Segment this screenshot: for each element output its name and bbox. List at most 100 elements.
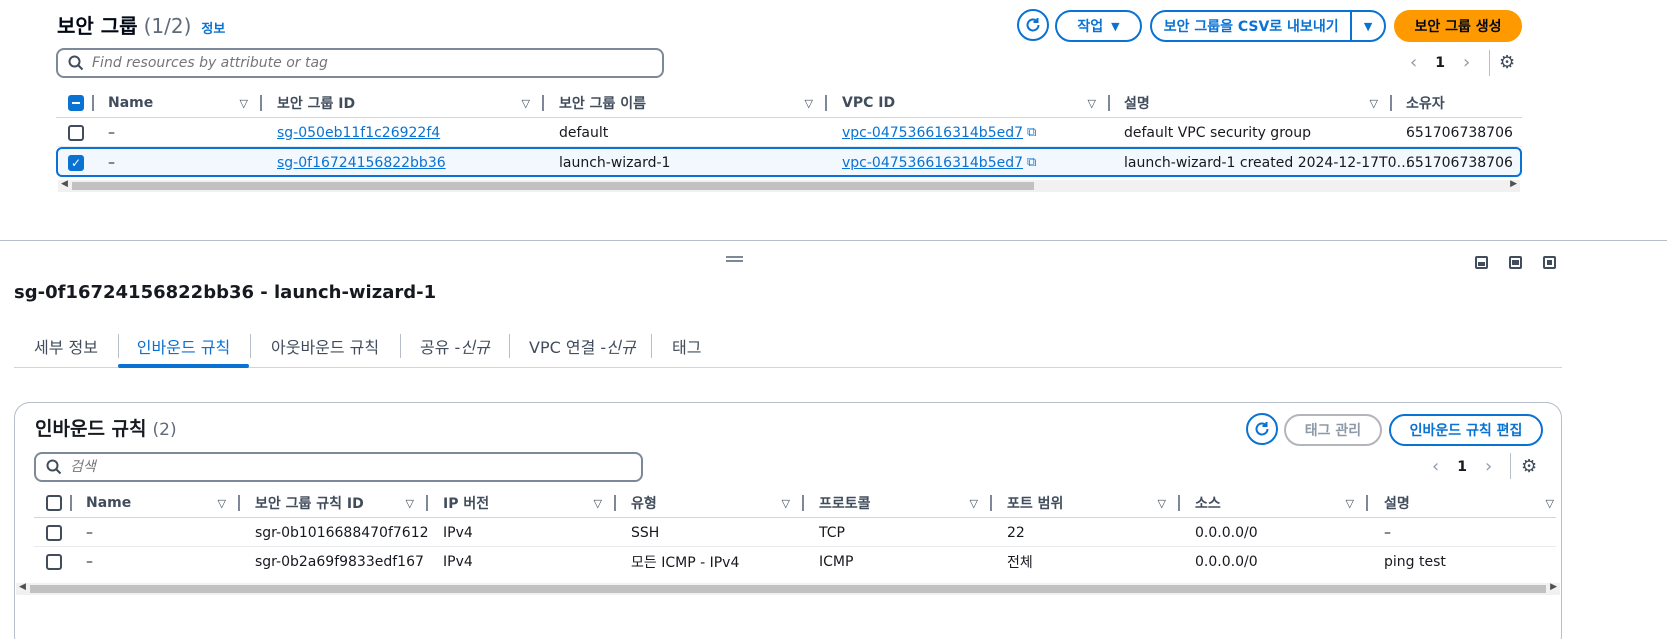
create-label: 보안 그룹 생성 — [1414, 19, 1502, 35]
info-link[interactable]: 정보 — [201, 18, 225, 37]
scroll-left-icon[interactable]: ◀ — [19, 582, 26, 592]
detail-title: sg-0f16724156822bb36 - launch-wizard-1 — [14, 282, 437, 303]
actions-dropdown[interactable]: 작업 ▼ — [1055, 10, 1142, 42]
tab-vpc-associations[interactable]: VPC 연결 - 신규 — [529, 326, 636, 366]
tab-divider — [400, 334, 401, 358]
tab-details[interactable]: 세부 정보 — [34, 326, 98, 366]
table-row[interactable]: – sgr-0b2a69f9833edf167 IPv4 모든 ICMP - I… — [34, 547, 1556, 576]
select-all-checkbox[interactable] — [68, 95, 84, 111]
group-name: launch-wizard-1 — [559, 154, 671, 171]
column-port-range[interactable]: 포트 범위 ▽ — [1007, 488, 1180, 518]
resize-handle[interactable] — [726, 256, 743, 262]
column-label: 보안 그룹 규칙 ID — [255, 496, 364, 512]
panel-bottom-icon[interactable] — [1475, 256, 1488, 269]
manage-tags-label: 태그 관리 — [1304, 423, 1362, 439]
tab-label: VPC 연결 - — [529, 338, 607, 357]
table-row[interactable]: – sgr-0b1016688470f7612 IPv4 SSH TCP 22 … — [34, 518, 1556, 547]
column-label: 소스 — [1195, 496, 1221, 512]
column-vpc-id[interactable]: VPC ID ▽ — [842, 88, 1110, 118]
export-options-dropdown[interactable]: ▼ — [1352, 12, 1384, 40]
column-description[interactable]: 설명 ▽ — [1384, 488, 1556, 518]
prev-page-icon[interactable]: ‹ — [1410, 52, 1417, 73]
inbound-horizontal-scrollbar[interactable]: ◀ ▶ — [16, 582, 1560, 595]
export-csv-button[interactable]: 보안 그룹을 CSV로 내보내기 — [1152, 12, 1350, 40]
column-type[interactable]: 유형 ▽ — [631, 488, 804, 518]
rule-description: ping test — [1384, 553, 1446, 570]
inbound-refresh-button[interactable] — [1246, 413, 1278, 445]
sort-icon: ▽ — [239, 96, 248, 110]
group-name: default — [559, 124, 609, 141]
column-name[interactable]: Name ▽ — [108, 88, 262, 118]
pagination: ‹ 1 › — [1410, 52, 1470, 73]
next-page-icon[interactable]: › — [1463, 52, 1470, 73]
manage-tags-button[interactable]: 태그 관리 — [1284, 414, 1382, 446]
scrollbar-thumb[interactable] — [30, 585, 1546, 593]
source: 0.0.0.0/0 — [1195, 524, 1258, 541]
group-description: launch-wizard-1 created 2024-12-17T0… — [1124, 154, 1411, 171]
rule-description: – — [1384, 524, 1391, 541]
scrollbar-thumb[interactable] — [72, 182, 1034, 190]
security-groups-heading: 보안 그룹 (1/2) 정보 — [57, 10, 225, 39]
sort-icon: ▽ — [781, 496, 790, 510]
column-group-id[interactable]: 보안 그룹 ID ▽ — [277, 88, 544, 118]
column-name[interactable]: Name ▽ — [86, 488, 240, 518]
tab-outbound-rules[interactable]: 아웃바운드 규칙 — [271, 326, 379, 366]
table-row[interactable]: – sg-050eb11f1c26922f4 default vpc-04753… — [56, 118, 1522, 147]
protocol: TCP — [819, 524, 845, 541]
row-checkbox[interactable] — [46, 524, 62, 541]
refresh-icon — [1255, 422, 1269, 436]
group-id-link[interactable]: sg-050eb11f1c26922f4 — [277, 118, 440, 147]
prev-page-icon[interactable]: ‹ — [1432, 456, 1439, 477]
rule-id: sgr-0b2a69f9833edf167 — [255, 553, 424, 570]
scroll-left-icon[interactable]: ◀ — [61, 179, 68, 189]
column-rule-id[interactable]: 보안 그룹 규칙 ID ▽ — [255, 488, 428, 518]
current-page[interactable]: 1 — [1435, 55, 1445, 71]
inbound-table-header: Name ▽ 보안 그룹 규칙 ID ▽ IP 버전 ▽ 유형 ▽ 프로토콜 ▽ 포트 범… — [34, 488, 1556, 518]
tab-sharing[interactable]: 공유 - 신규 — [420, 326, 490, 366]
resource-search — [56, 48, 664, 78]
row-checkbox-checked[interactable]: ✓ — [68, 154, 84, 171]
edit-inbound-rules-button[interactable]: 인바운드 규칙 편집 — [1389, 414, 1543, 446]
detail-tabs: 세부 정보 인바운드 규칙 아웃바운드 규칙 공유 - 신규 VPC 연결 - … — [14, 326, 1562, 368]
column-owner[interactable]: 소유자 — [1406, 88, 1522, 118]
current-page[interactable]: 1 — [1457, 459, 1467, 475]
column-group-name[interactable]: 보안 그룹 이름 ▽ — [559, 88, 827, 118]
table-row-selected[interactable]: ✓ – sg-0f16724156822bb36 launch-wizard-1… — [56, 147, 1522, 177]
new-badge: 신규 — [606, 338, 636, 357]
scroll-right-icon[interactable]: ▶ — [1510, 179, 1517, 189]
vpc-id-link[interactable]: vpc-047536616314b5ed7 — [842, 125, 1023, 141]
column-source[interactable]: 소스 ▽ — [1195, 488, 1368, 518]
column-description[interactable]: 설명 ▽ — [1124, 88, 1392, 118]
search-input[interactable] — [92, 55, 627, 71]
external-link-icon: ⧉ — [1027, 155, 1037, 170]
column-protocol[interactable]: 프로토콜 ▽ — [819, 488, 992, 518]
row-checkbox[interactable] — [46, 553, 62, 570]
sort-icon: ▽ — [804, 96, 813, 110]
inbound-search-input[interactable] — [70, 459, 606, 475]
gear-icon[interactable]: ⚙ — [1521, 456, 1537, 477]
group-id-link[interactable]: sg-0f16724156822bb36 — [277, 148, 446, 177]
tab-tags[interactable]: 태그 — [672, 326, 701, 366]
column-label: VPC ID — [842, 95, 896, 111]
horizontal-scrollbar[interactable]: ◀ ▶ — [58, 179, 1520, 192]
row-checkbox[interactable] — [68, 124, 84, 141]
rule-type: 모든 ICMP - IPv4 — [631, 554, 740, 571]
gear-icon[interactable]: ⚙ — [1499, 52, 1515, 73]
tab-divider — [509, 334, 510, 358]
active-tab-indicator — [118, 364, 249, 368]
scroll-right-icon[interactable]: ▶ — [1550, 582, 1557, 592]
inbound-search — [34, 452, 643, 482]
tab-inbound-rules[interactable]: 인바운드 규칙 — [118, 326, 249, 368]
column-ip-version[interactable]: IP 버전 ▽ — [443, 488, 616, 518]
refresh-button[interactable] — [1017, 9, 1049, 41]
panel-side-icon[interactable] — [1509, 256, 1522, 269]
create-security-group-button[interactable]: 보안 그룹 생성 — [1394, 10, 1522, 42]
row-name: – — [108, 124, 115, 141]
select-all-checkbox[interactable] — [46, 495, 62, 511]
owner-id: 651706738706 — [1406, 124, 1513, 141]
panel-hide-icon[interactable] — [1543, 256, 1556, 269]
next-page-icon[interactable]: › — [1485, 456, 1492, 477]
caret-down-icon: ▼ — [1363, 19, 1373, 33]
port-range: 전체 — [1007, 554, 1033, 571]
vpc-id-link[interactable]: vpc-047536616314b5ed7 — [842, 155, 1023, 171]
